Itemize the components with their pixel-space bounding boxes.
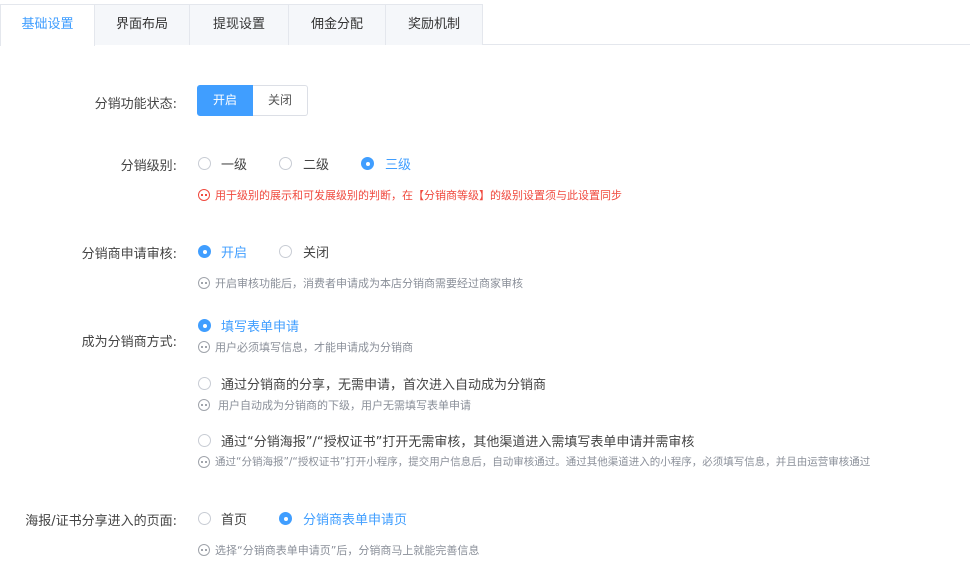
become-radio-3[interactable] — [198, 434, 211, 447]
audit-option-off[interactable]: 关闭 — [303, 242, 329, 261]
audit-hint: 开启审核功能后，消费者申请成为本店分销商需要经过商家审核 — [215, 277, 523, 290]
tab-basic-settings[interactable]: 基础设置 — [0, 4, 95, 46]
become-label: 成为分销商方式: — [81, 335, 177, 350]
become-hint-2: 用户自动成为分销商的下级，用户无需填写表单申请 — [218, 399, 471, 412]
become-hint-1: 用户必须填写信息，才能申请成为分销商 — [215, 341, 413, 354]
audit-option-on[interactable]: 开启 — [221, 242, 247, 261]
audit-label: 分销商申请审核: — [81, 247, 177, 262]
tab-commission[interactable]: 佣金分配 — [288, 4, 386, 45]
tab-reward[interactable]: 奖励机制 — [385, 4, 483, 45]
level-radio-1[interactable] — [198, 157, 211, 170]
level-radio-2[interactable] — [279, 157, 292, 170]
status-off-button[interactable]: 关闭 — [253, 85, 309, 116]
entry-option-home[interactable]: 首页 — [221, 509, 247, 528]
entry-label: 海报/证书分享进入的页面: — [25, 514, 177, 529]
audit-radio-on[interactable] — [198, 245, 211, 258]
become-hint-3: 通过“分销海报”/“授权证书”打开小程序，提交用户信息后，自动审核通过。通过其他… — [215, 456, 871, 468]
become-option-1[interactable]: 填写表单申请 — [221, 316, 299, 335]
become-radio-1[interactable] — [198, 319, 211, 332]
status-toggle: 开启 关闭 — [197, 85, 309, 116]
tab-layout[interactable]: 界面布局 — [94, 4, 190, 45]
info-icon — [198, 399, 210, 411]
entry-hint: 选择“分销商表单申请页”后，分销商马上就能完善信息 — [215, 544, 480, 557]
tab-bar: 基础设置 界面布局 提现设置 佣金分配 奖励机制 — [0, 0, 970, 46]
become-radio-2[interactable] — [198, 377, 211, 390]
audit-radio-off[interactable] — [279, 245, 292, 258]
status-on-button[interactable]: 开启 — [197, 85, 254, 116]
warning-icon — [198, 189, 210, 201]
become-option-2[interactable]: 通过分销商的分享，无需申请，首次进入自动成为分销商 — [221, 374, 546, 393]
info-icon — [198, 341, 210, 353]
level-option-2[interactable]: 二级 — [303, 154, 329, 173]
tab-withdraw[interactable]: 提现设置 — [189, 4, 289, 45]
entry-radio-form[interactable] — [279, 512, 292, 525]
level-hint: 用于级别的展示和可发展级别的判断，在【分销商等级】的级别设置须与此设置同步 — [215, 189, 622, 202]
info-icon — [198, 456, 210, 468]
status-label: 分销功能状态: — [94, 97, 177, 112]
level-option-3[interactable]: 三级 — [385, 154, 411, 173]
entry-option-form[interactable]: 分销商表单申请页 — [303, 509, 407, 528]
level-radio-3[interactable] — [361, 157, 374, 170]
info-icon — [198, 277, 210, 289]
entry-radio-home[interactable] — [198, 512, 211, 525]
info-icon — [198, 544, 210, 556]
become-option-3[interactable]: 通过“分销海报”/“授权证书”打开无需审核，其他渠道进入需填写表单申请并需审核 — [221, 431, 694, 450]
level-label: 分销级别: — [120, 159, 177, 174]
level-option-1[interactable]: 一级 — [221, 154, 247, 173]
